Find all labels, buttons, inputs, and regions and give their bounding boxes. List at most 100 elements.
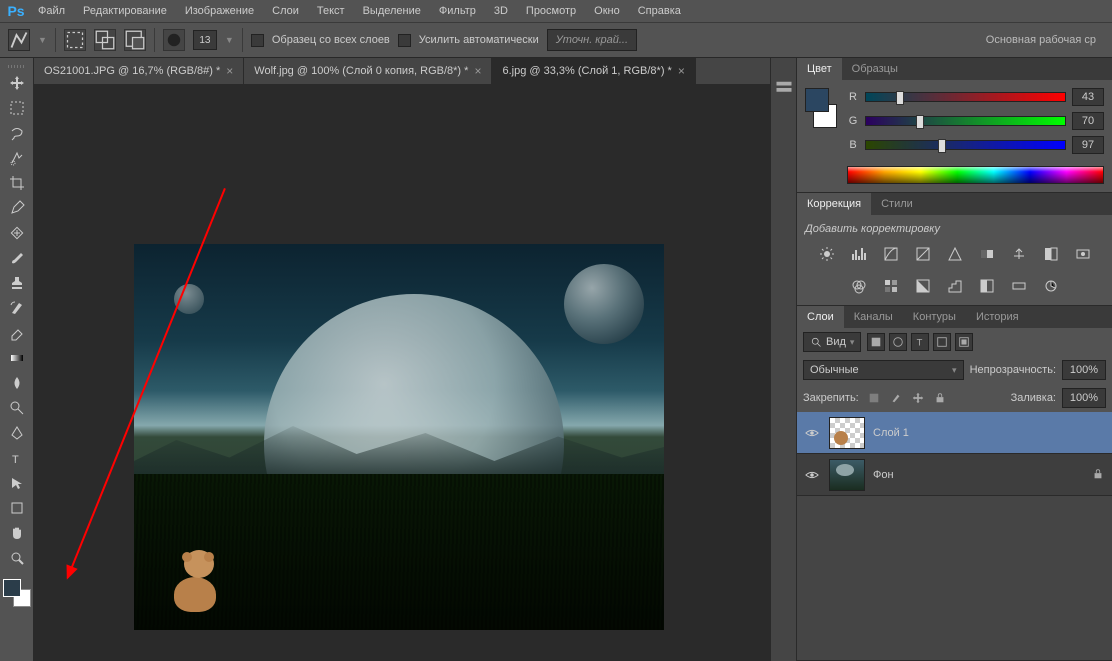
curves-icon[interactable] <box>880 243 902 265</box>
filter-smart-icon[interactable] <box>955 333 973 351</box>
layer-thumb[interactable] <box>829 417 865 449</box>
gradient-map-icon[interactable] <box>1008 275 1030 297</box>
workspace-label[interactable]: Основная рабочая ср <box>986 34 1104 46</box>
move-tool[interactable] <box>4 71 30 95</box>
document-canvas[interactable] <box>134 244 664 630</box>
lock-position-icon[interactable] <box>909 389 927 407</box>
subtract-selection-icon[interactable] <box>124 29 146 51</box>
layer-row[interactable]: Фон <box>797 454 1112 496</box>
visibility-icon[interactable] <box>803 424 821 442</box>
vibrance-icon[interactable] <box>944 243 966 265</box>
lock-transparency-icon[interactable] <box>865 389 883 407</box>
lock-all-icon[interactable] <box>931 389 949 407</box>
adjustments-tab[interactable]: Коррекция <box>797 193 871 215</box>
r-value[interactable]: 43 <box>1072 88 1104 106</box>
tab-1[interactable]: Wolf.jpg @ 100% (Слой 0 копия, RGB/8*) *… <box>244 58 492 84</box>
stamp-tool[interactable] <box>4 271 30 295</box>
eyedropper-tool[interactable] <box>4 196 30 220</box>
gradient-tool[interactable] <box>4 346 30 370</box>
brush-size-value[interactable]: 13 <box>193 30 217 50</box>
color-lookup-icon[interactable] <box>880 275 902 297</box>
brush-chevron-icon[interactable]: ▼ <box>225 35 234 45</box>
close-icon[interactable]: × <box>226 64 233 78</box>
color-wells[interactable] <box>805 88 837 128</box>
channels-tab[interactable]: Каналы <box>844 306 903 328</box>
blur-tool[interactable] <box>4 371 30 395</box>
color-balance-icon[interactable] <box>1008 243 1030 265</box>
brush-tool[interactable] <box>4 246 30 270</box>
filter-adjustment-icon[interactable] <box>889 333 907 351</box>
menu-select[interactable]: Выделение <box>355 2 429 20</box>
brush-preview-icon[interactable] <box>163 29 185 51</box>
b-slider[interactable] <box>865 140 1066 150</box>
hand-tool[interactable] <box>4 521 30 545</box>
refine-edge-button[interactable]: Уточн. край... <box>547 29 637 51</box>
add-selection-icon[interactable] <box>94 29 116 51</box>
close-icon[interactable]: × <box>678 64 685 78</box>
blend-mode-dropdown[interactable]: Обычные ▾ <box>803 360 964 380</box>
hue-sat-icon[interactable] <box>976 243 998 265</box>
filter-kind-dropdown[interactable]: Вид ▾ <box>803 332 861 352</box>
fg-color-swatch[interactable] <box>3 579 21 597</box>
layers-tab[interactable]: Слои <box>797 306 844 328</box>
filter-pixel-icon[interactable] <box>867 333 885 351</box>
menu-text[interactable]: Текст <box>309 2 353 20</box>
menu-window[interactable]: Окно <box>586 2 628 20</box>
layer-thumb[interactable] <box>829 459 865 491</box>
sample-all-checkbox[interactable] <box>251 34 264 47</box>
fill-value[interactable]: 100% <box>1062 388 1106 408</box>
styles-tab[interactable]: Стили <box>871 193 923 215</box>
lasso-tool[interactable] <box>4 121 30 145</box>
menu-image[interactable]: Изображение <box>177 2 262 20</box>
canvas-area[interactable] <box>34 84 770 661</box>
swatches-tab[interactable]: Образцы <box>842 58 908 80</box>
close-icon[interactable]: × <box>474 64 481 78</box>
visibility-icon[interactable] <box>803 466 821 484</box>
history-brush-tool[interactable] <box>4 296 30 320</box>
menu-3d[interactable]: 3D <box>486 2 516 20</box>
g-value[interactable]: 70 <box>1072 112 1104 130</box>
crop-tool[interactable] <box>4 171 30 195</box>
color-tab[interactable]: Цвет <box>797 58 842 80</box>
color-swatches[interactable] <box>3 579 31 607</box>
tab-0[interactable]: OS21001.JPG @ 16,7% (RGB/8#) *× <box>34 58 244 84</box>
pen-tool[interactable] <box>4 421 30 445</box>
menu-filter[interactable]: Фильтр <box>431 2 484 20</box>
menu-edit[interactable]: Редактирование <box>75 2 175 20</box>
invert-icon[interactable] <box>912 275 934 297</box>
text-tool[interactable]: T <box>4 446 30 470</box>
auto-enhance-checkbox[interactable] <box>398 34 411 47</box>
new-selection-icon[interactable] <box>64 29 86 51</box>
quick-select-tool[interactable] <box>4 146 30 170</box>
eraser-tool[interactable] <box>4 321 30 345</box>
menu-help[interactable]: Справка <box>630 2 689 20</box>
selective-color-icon[interactable] <box>1040 275 1062 297</box>
toolbox-grip[interactable] <box>2 62 32 70</box>
lock-paint-icon[interactable] <box>887 389 905 407</box>
history-tab[interactable]: История <box>966 306 1029 328</box>
current-tool-icon[interactable] <box>8 29 30 51</box>
threshold-icon[interactable] <box>976 275 998 297</box>
paths-tab[interactable]: Контуры <box>903 306 966 328</box>
r-slider[interactable] <box>865 92 1066 102</box>
brightness-icon[interactable] <box>816 243 838 265</box>
spectrum-bar[interactable] <box>847 166 1104 184</box>
tab-2[interactable]: 6.jpg @ 33,3% (Слой 1, RGB/8*) *× <box>492 58 695 84</box>
tool-preset-chevron-icon[interactable]: ▼ <box>38 35 47 45</box>
g-slider[interactable] <box>865 116 1066 126</box>
path-select-tool[interactable] <box>4 471 30 495</box>
fg-well[interactable] <box>805 88 829 112</box>
filter-text-icon[interactable]: T <box>911 333 929 351</box>
menu-layers[interactable]: Слои <box>264 2 307 20</box>
marquee-tool[interactable] <box>4 96 30 120</box>
layer-row[interactable]: Слой 1 <box>797 412 1112 454</box>
shape-tool[interactable] <box>4 496 30 520</box>
healing-tool[interactable] <box>4 221 30 245</box>
filter-shape-icon[interactable] <box>933 333 951 351</box>
posterize-icon[interactable] <box>944 275 966 297</box>
history-dock-icon[interactable] <box>774 78 794 98</box>
dodge-tool[interactable] <box>4 396 30 420</box>
channel-mixer-icon[interactable] <box>848 275 870 297</box>
bw-icon[interactable] <box>1040 243 1062 265</box>
zoom-tool[interactable] <box>4 546 30 570</box>
